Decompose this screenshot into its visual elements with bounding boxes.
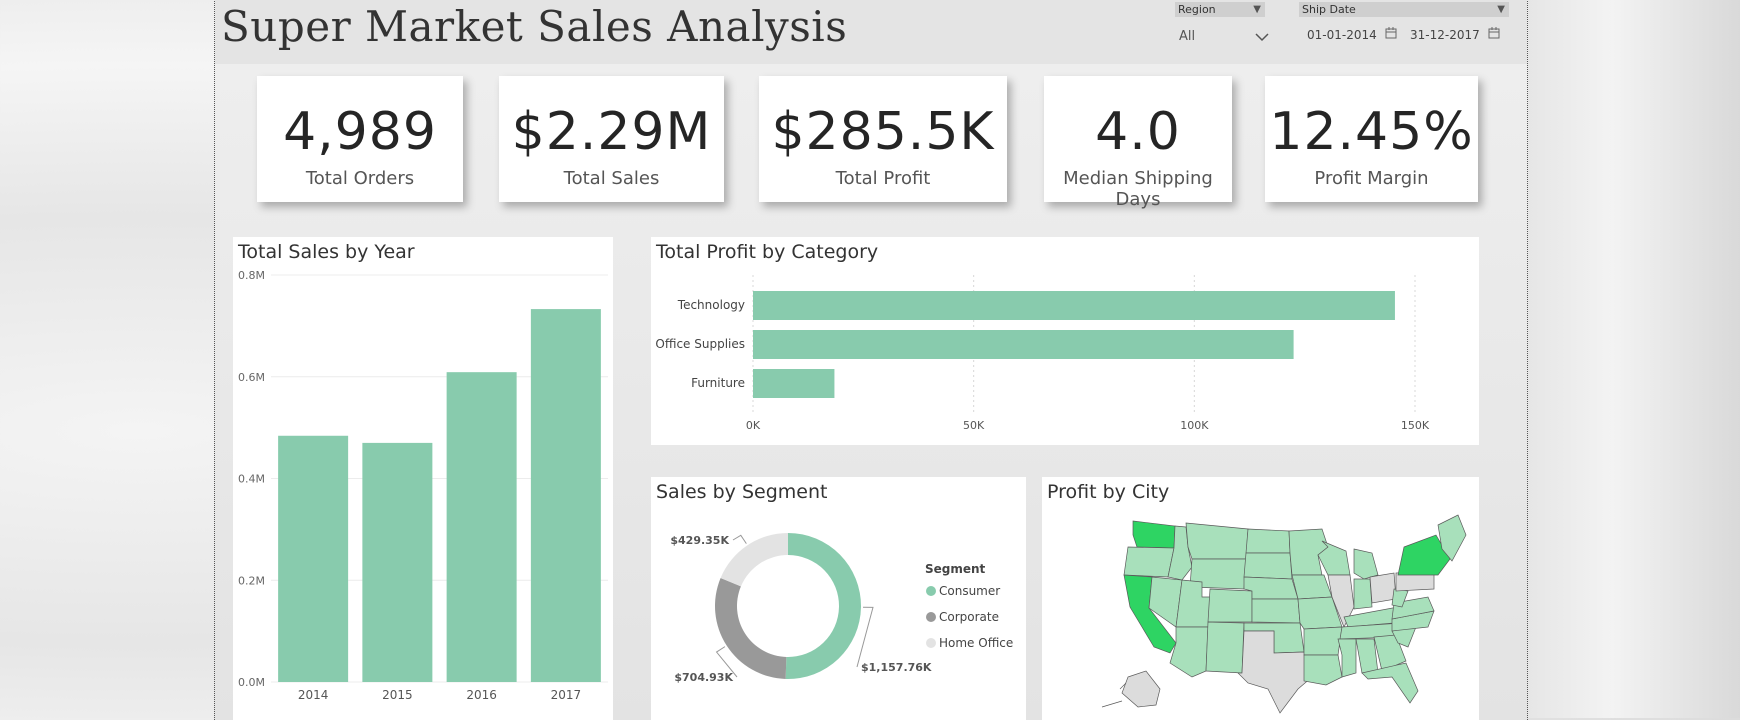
data-label: $704.93K [674, 671, 733, 684]
kpi-label: Total Orders [305, 168, 415, 189]
us-map[interactable] [1042, 477, 1479, 720]
x-tick-label: 100K [1180, 419, 1209, 432]
region-dropdown[interactable]: All [1175, 22, 1271, 48]
legend-item: Home Office [939, 636, 1013, 650]
chevron-down-icon [1255, 33, 1269, 42]
profit-by-category-chart: 0K 50K 100K 150K Technology Office Supplies Fu… [655, 275, 1430, 432]
calendar-icon [1385, 27, 1397, 39]
state-ohio [1369, 572, 1397, 604]
slice-home-office [720, 533, 788, 587]
ship-date-slicer-header[interactable]: Ship Date ▼ [1299, 2, 1509, 17]
alaska-islands [1101, 682, 1127, 708]
kpi-label: Total Sales [563, 168, 660, 189]
sales-by-segment-panel[interactable]: Sales by Segment $1,157.76K $704.93K $429.… [651, 477, 1026, 720]
y-tick-label: 0.0M [238, 676, 265, 689]
state-washington [1132, 520, 1176, 549]
x-tick-label: 2017 [551, 688, 582, 702]
profit-by-category-panel[interactable]: Total Profit by Category 0K 50K 100K 150K Te… [651, 237, 1479, 445]
legend-marker [926, 612, 936, 622]
state-arkansas [1303, 626, 1343, 656]
y-tick-label: Technology [677, 298, 745, 312]
kpi-value: $285.5K [771, 102, 995, 162]
y-tick-label: Furniture [691, 376, 745, 390]
map-states [1101, 514, 1467, 714]
state-montana [1185, 522, 1249, 560]
ship-date-start-value: 01-01-2014 [1307, 28, 1377, 42]
state-nebraska [1243, 576, 1299, 600]
kpi-value: $2.29M [511, 102, 712, 162]
state-oregon [1123, 546, 1175, 578]
state-louisiana [1303, 654, 1343, 686]
bar-2016 [446, 372, 517, 682]
kpi-card-total-sales[interactable]: $2.29M Total Sales [499, 76, 724, 202]
bar-technology [753, 291, 1395, 320]
kpi-label: Median Shipping Days [1063, 168, 1213, 210]
legend-marker [926, 638, 936, 648]
slice-consumer [785, 533, 861, 679]
bar-office-supplies [753, 330, 1294, 359]
y-tick-label: 0.8M [238, 269, 265, 282]
kpi-label: Profit Margin [1314, 168, 1429, 189]
kpi-value: 4.0 [1095, 102, 1181, 162]
state-michigan [1353, 548, 1379, 580]
kpi-card-profit-margin[interactable]: 12.45% Profit Margin [1265, 76, 1478, 202]
state-south-dakota [1243, 552, 1293, 580]
bar-2014 [278, 435, 349, 682]
data-label: $1,157.76K [861, 661, 932, 674]
bar-2017 [530, 309, 601, 682]
y-tick-label: 0.4M [238, 473, 265, 486]
state-colorado [1207, 588, 1253, 623]
sales-by-year-chart: 0.0M 0.2M 0.4M 0.6M 0.8M 2014 2015 2016 2017 [238, 269, 608, 702]
y-tick-label: Office Supplies [655, 337, 745, 351]
profit-by-city-panel[interactable]: Profit by City [1042, 477, 1479, 720]
state-indiana [1353, 578, 1373, 610]
report-canvas: Super Market Sales Analysis Region ▼ All… [214, 0, 1528, 720]
kpi-card-total-profit[interactable]: $285.5K Total Profit [759, 76, 1007, 202]
calendar-icon [1488, 27, 1500, 39]
region-slicer-label: Region [1178, 3, 1216, 16]
kpi-label: Total Profit [835, 168, 931, 189]
bar-furniture [753, 369, 835, 398]
kpi-card-total-orders[interactable]: 4,989 Total Orders [257, 76, 463, 202]
background-right [1528, 0, 1740, 718]
kpi-value: 4,989 [283, 102, 437, 162]
bar-2015 [362, 442, 433, 682]
x-tick-label: 2016 [466, 688, 497, 702]
state-iowa [1291, 574, 1333, 600]
chevron-down-icon: ▼ [1253, 4, 1261, 15]
region-slicer-header[interactable]: Region ▼ [1175, 2, 1265, 17]
kpi-card-median-shipping-days[interactable]: 4.0 Median Shipping Days [1044, 76, 1232, 210]
state-alaska [1121, 670, 1161, 708]
state-alabama [1355, 638, 1379, 674]
chevron-down-icon: ▼ [1497, 4, 1505, 15]
x-tick-label: 0K [746, 419, 761, 432]
legend-item: Corporate [939, 610, 999, 624]
ship-date-slicer-label: Ship Date [1302, 3, 1356, 16]
sales-by-segment-chart: $1,157.76K $704.93K $429.35K Segment Consume… [670, 533, 1013, 684]
y-tick-label: 0.2M [238, 574, 265, 587]
x-tick-label: 2014 [298, 688, 329, 702]
ship-date-end[interactable]: 31-12-2017 [1410, 24, 1506, 46]
leader-line [732, 534, 747, 544]
legend-item: Consumer [939, 584, 1000, 598]
page-title: Super Market Sales Analysis [221, 2, 848, 51]
x-tick-label: 150K [1401, 419, 1430, 432]
y-tick-label: 0.6M [238, 371, 265, 384]
ship-date-start[interactable]: 01-01-2014 [1307, 24, 1403, 46]
state-north-dakota [1245, 528, 1291, 554]
x-tick-label: 2015 [382, 688, 413, 702]
x-tick-label: 50K [963, 419, 985, 432]
data-label: $429.35K [670, 534, 729, 547]
region-value: All [1179, 29, 1196, 44]
sales-by-year-panel[interactable]: Total Sales by Year 0.0M 0.2M 0.4M 0.6M 0.8M… [233, 237, 613, 720]
state-arizona [1169, 626, 1209, 678]
legend-marker [926, 586, 936, 596]
state-new-mexico [1205, 621, 1245, 674]
legend-title: Segment [925, 562, 986, 576]
ship-date-end-value: 31-12-2017 [1410, 28, 1480, 42]
state-kansas [1251, 598, 1301, 624]
kpi-value: 12.45% [1269, 102, 1474, 162]
